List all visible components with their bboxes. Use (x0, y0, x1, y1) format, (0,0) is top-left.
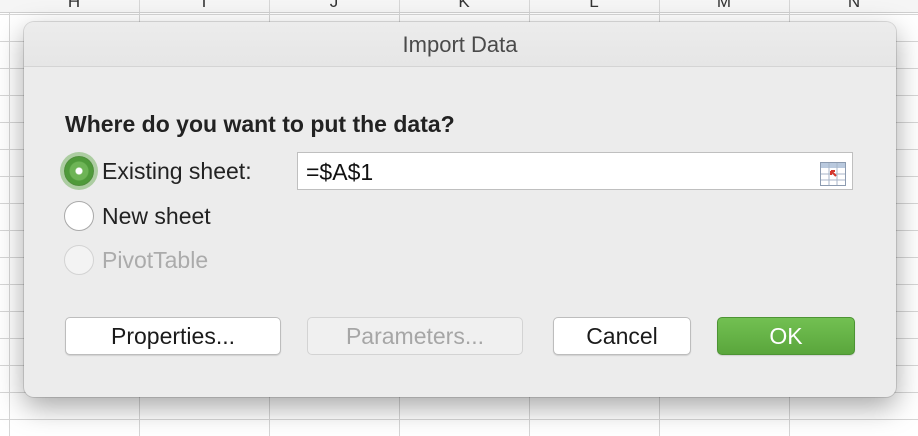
pivot-table-radio (64, 245, 94, 275)
cancel-button[interactable]: Cancel (553, 317, 691, 355)
column-headers: H I J K L M N (0, 0, 918, 13)
existing-sheet-option[interactable]: Existing sheet: (64, 156, 252, 186)
column-header-k[interactable]: K (399, 0, 530, 12)
column-header-l[interactable]: L (529, 0, 660, 12)
pivot-table-option: PivotTable (64, 245, 208, 275)
reference-value: =$A$1 (306, 159, 374, 185)
column-header-i[interactable]: I (139, 0, 270, 12)
new-sheet-radio[interactable] (64, 201, 94, 231)
column-header-n[interactable]: N (789, 0, 918, 12)
import-data-dialog: Import Data Where do you want to put the… (24, 22, 896, 397)
existing-sheet-label: Existing sheet: (102, 157, 252, 184)
destination-question: Where do you want to put the data? (65, 111, 455, 137)
range-picker-icon[interactable] (820, 159, 846, 186)
dialog-title: Import Data (24, 22, 896, 67)
column-header-m[interactable]: M (659, 0, 790, 12)
new-sheet-option[interactable]: New sheet (64, 201, 211, 231)
parameters-button: Parameters... (307, 317, 523, 355)
column-header-j[interactable]: J (269, 0, 400, 12)
existing-sheet-reference-field[interactable]: =$A$1 (297, 152, 853, 190)
properties-button[interactable]: Properties... (65, 317, 281, 355)
column-header-h[interactable]: H (9, 0, 140, 12)
ok-button[interactable]: OK (717, 317, 855, 355)
new-sheet-label: New sheet (102, 202, 211, 229)
pivot-table-label: PivotTable (102, 246, 209, 273)
existing-sheet-radio[interactable] (64, 156, 94, 186)
